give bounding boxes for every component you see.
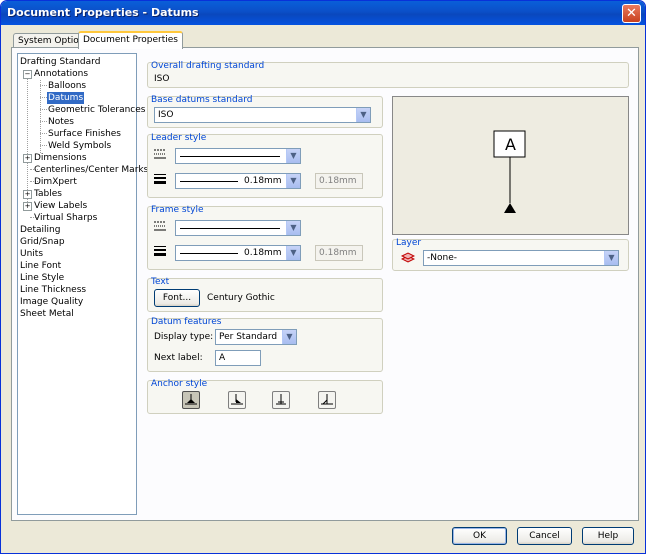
anchor-style-group: Anchor style (147, 379, 383, 414)
anchor-open-icon (321, 394, 333, 405)
leader-style-group: Leader style ▼ 0.18mm ▼ 0.18mm (147, 133, 383, 198)
expand-icon[interactable]: + (23, 190, 32, 199)
close-button[interactable]: ✕ (622, 4, 641, 23)
layer-group: Layer -None- ▼ (392, 238, 629, 271)
tree-item-line-style[interactable]: Line Style (20, 272, 64, 284)
chevron-down-icon: ▼ (604, 251, 618, 265)
tree-item-tables[interactable]: Tables (34, 188, 62, 200)
group-title: Frame style (151, 205, 204, 215)
anchor-style-button-3[interactable] (272, 391, 290, 409)
line-thickness-icon (154, 174, 166, 184)
layers-icon (401, 252, 415, 263)
leader-custom-thickness-field: 0.18mm (315, 173, 363, 189)
tree-item-notes[interactable]: Notes (48, 116, 74, 128)
tree-item-image-quality[interactable]: Image Quality (20, 296, 83, 308)
anchor-right-icon (231, 394, 243, 405)
tree-item-weld-symbols[interactable]: Weld Symbols (48, 140, 111, 152)
tree-item-grid-snap[interactable]: Grid/Snap (20, 236, 65, 248)
tree-item-line-thickness[interactable]: Line Thickness (20, 284, 86, 296)
tree-item-virtual-sharps[interactable]: Virtual Sharps (34, 212, 97, 224)
group-title: Datum features (151, 317, 222, 327)
anchor-style-button-2[interactable] (228, 391, 246, 409)
tree-item-centerlines[interactable]: Centerlines/Center Marks (34, 164, 148, 176)
window-title: Document Properties - Datums (7, 6, 199, 19)
datum-preview: A (392, 96, 629, 235)
frame-thickness-select[interactable]: 0.18mm ▼ (175, 245, 301, 261)
layer-value: -None- (427, 253, 457, 263)
chevron-down-icon: ▼ (286, 246, 300, 260)
font-name: Century Gothic (207, 293, 275, 303)
next-label-label: Next label: (154, 353, 203, 363)
anchor-style-button-4[interactable] (318, 391, 336, 409)
frame-thickness-value: 0.18mm (244, 248, 282, 258)
group-title: Overall drafting standard (151, 61, 265, 71)
tab-label: Document Properties (83, 35, 178, 45)
group-title: Text (151, 277, 170, 287)
anchor-line-icon (276, 394, 286, 405)
font-button[interactable]: Font... (154, 289, 200, 307)
overall-standard-value: ISO (154, 74, 170, 84)
frame-custom-thickness-field: 0.18mm (315, 245, 363, 261)
leader-thickness-value: 0.18mm (244, 176, 282, 186)
datum-features-group: Datum features Display type: Per Standar… (147, 317, 383, 372)
line-style-icon (154, 149, 166, 159)
display-type-label: Display type: (154, 332, 214, 342)
close-icon: ✕ (626, 6, 637, 21)
tab-document-properties[interactable]: Document Properties (78, 31, 183, 49)
chevron-down-icon: ▼ (282, 330, 296, 344)
tree-item-line-font[interactable]: Line Font (20, 260, 61, 272)
frame-line-style-select[interactable]: ▼ (175, 220, 301, 236)
tree-item-annotations[interactable]: Annotations (34, 68, 88, 80)
tab-panel: Drafting Standard − Annotations Balloons… (11, 47, 639, 521)
line-thickness-icon (154, 246, 166, 256)
overall-standard-group: Overall drafting standard ISO (147, 61, 629, 88)
chevron-down-icon: ▼ (286, 174, 300, 188)
tree-item-balloons[interactable]: Balloons (48, 80, 86, 92)
tree-item-units[interactable]: Units (20, 248, 43, 260)
tree-item-geometric-tolerances[interactable]: Geometric Tolerances (48, 104, 145, 116)
tree-item-dimxpert[interactable]: DimXpert (34, 176, 77, 188)
collapse-icon[interactable]: − (23, 70, 32, 79)
tree-item-drafting-standard[interactable]: Drafting Standard (20, 56, 100, 68)
datum-symbol-preview (493, 130, 526, 213)
tree-item-dimensions[interactable]: Dimensions (34, 152, 87, 164)
leader-line-style-select[interactable]: ▼ (175, 148, 301, 164)
help-button[interactable]: Help (582, 527, 634, 545)
base-standard-value: ISO (158, 110, 174, 120)
group-title: Leader style (151, 133, 207, 143)
datum-letter: A (505, 135, 516, 154)
tree-item-surface-finishes[interactable]: Surface Finishes (48, 128, 121, 140)
chevron-down-icon: ▼ (356, 108, 370, 122)
tree-item-detailing[interactable]: Detailing (20, 224, 60, 236)
frame-style-group: Frame style ▼ 0.18mm ▼ 0.18mm (147, 205, 383, 270)
cancel-button[interactable]: Cancel (517, 527, 572, 545)
tree-item-datums[interactable]: Datums (47, 92, 85, 104)
group-title: Layer (396, 238, 422, 248)
chevron-down-icon: ▼ (286, 149, 300, 163)
tree-item-view-labels[interactable]: View Labels (34, 200, 87, 212)
layer-select[interactable]: -None- ▼ (423, 250, 619, 266)
text-group: Text Font... Century Gothic (147, 277, 383, 312)
anchor-filled-icon (185, 394, 197, 405)
display-type-select[interactable]: Per Standard ▼ (215, 329, 297, 345)
line-style-icon (154, 221, 166, 231)
base-standard-group: Base datums standard ISO ▼ (147, 95, 383, 128)
expand-icon[interactable]: + (23, 154, 32, 163)
ok-button[interactable]: OK (452, 527, 507, 545)
dialog-window: Document Properties - Datums ✕ System Op… (0, 0, 646, 554)
next-label-field[interactable]: A (215, 350, 261, 366)
anchor-style-button-1[interactable] (182, 391, 200, 409)
chevron-down-icon: ▼ (286, 221, 300, 235)
base-standard-select[interactable]: ISO ▼ (154, 107, 371, 123)
options-tree: Drafting Standard − Annotations Balloons… (17, 53, 148, 515)
leader-thickness-select[interactable]: 0.18mm ▼ (175, 173, 301, 189)
title-bar[interactable]: Document Properties - Datums ✕ (1, 1, 645, 25)
display-type-value: Per Standard (219, 332, 278, 342)
expand-icon[interactable]: + (23, 202, 32, 211)
tree-item-sheet-metal[interactable]: Sheet Metal (20, 308, 74, 320)
group-title: Base datums standard (151, 95, 253, 105)
group-title: Anchor style (151, 379, 208, 389)
